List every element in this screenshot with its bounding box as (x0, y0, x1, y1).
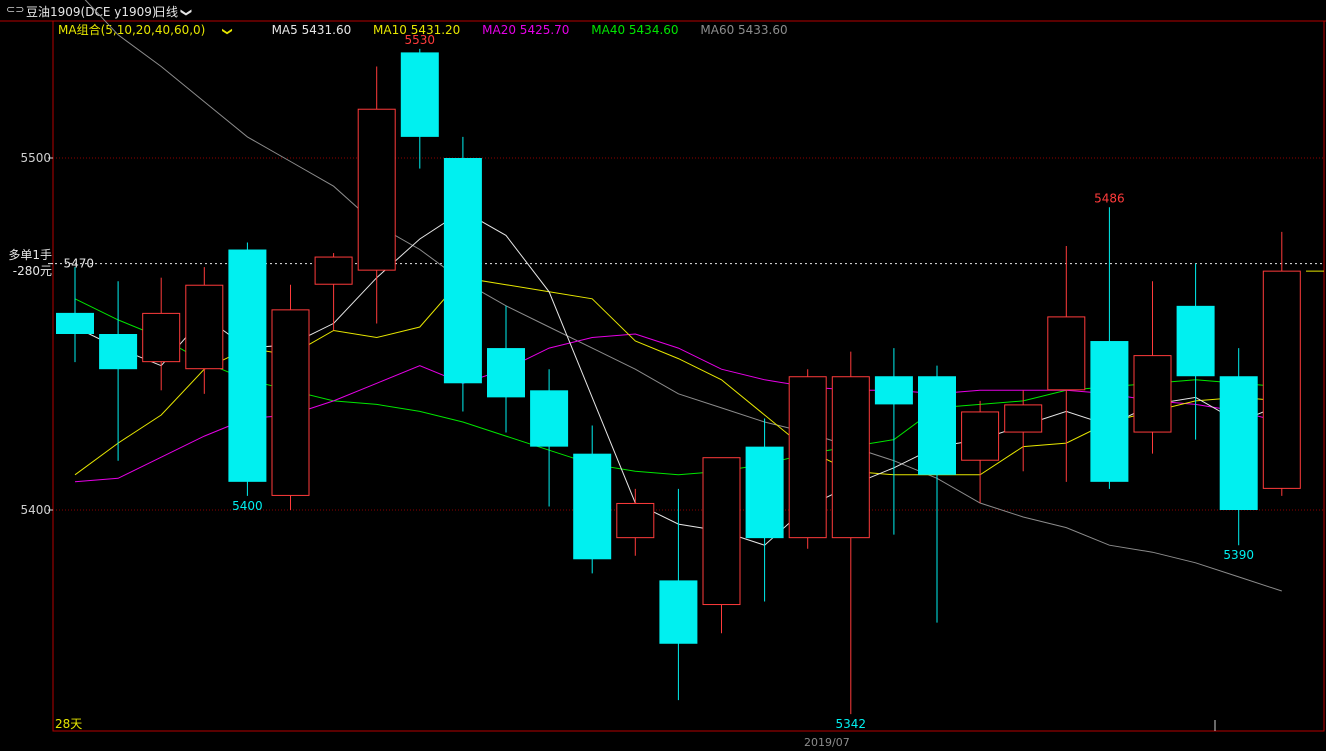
position-pnl: -280元 (12, 264, 52, 278)
price-annotation: 5342 (836, 717, 867, 731)
y-tick-label: 5400 (20, 503, 51, 517)
candle-body-down (918, 376, 956, 475)
candlestick-chart[interactable]: 5400 5500 5470 5530 5400 5342 5486 5390 (0, 0, 1326, 751)
candle-body-down (487, 348, 525, 398)
candle-body-up (357, 108, 396, 271)
candle-body-up (702, 457, 741, 606)
candle-body-down (400, 52, 439, 137)
position-price-label: 5470 (63, 257, 94, 271)
candle-body-up (831, 376, 870, 539)
candle-body-up (1133, 355, 1172, 433)
candle-body-up (314, 256, 353, 285)
candle-body-up (616, 502, 655, 539)
price-annotation: 5530 (405, 33, 436, 47)
candle-body-down (1219, 376, 1258, 510)
candle-body-up (142, 312, 181, 363)
candle-body-up (1004, 404, 1043, 433)
date-axis-label: 2019/07 (804, 736, 850, 749)
candle-body-up (271, 309, 310, 496)
price-annotation: 5486 (1094, 191, 1125, 205)
candle-body-down (1176, 305, 1215, 377)
price-annotation: 5390 (1223, 548, 1254, 562)
candle-body-up (1047, 316, 1086, 391)
candle-body-up (1262, 270, 1301, 489)
candle-body-down (659, 580, 698, 644)
y-tick-label: 5500 (20, 151, 51, 165)
candle-body-down (1090, 341, 1129, 482)
position-label: 多单1手 -280元 (8, 247, 52, 279)
candle-body-down (228, 249, 267, 482)
position-qty: 多单1手 (8, 248, 52, 262)
candle-body-down (573, 453, 612, 560)
candle-body-up (788, 376, 827, 539)
candle-body-down (56, 312, 94, 334)
candle-body-up (961, 411, 1000, 461)
price-annotation: 5400 (232, 499, 263, 513)
candle-body-down (443, 158, 482, 384)
candle-body-down (99, 334, 138, 370)
candle-body-down (745, 446, 784, 539)
candle-body-down (530, 390, 569, 447)
candle-body-down (874, 376, 913, 405)
days-count: 28天 (55, 717, 83, 731)
candle-body-up (185, 284, 224, 370)
